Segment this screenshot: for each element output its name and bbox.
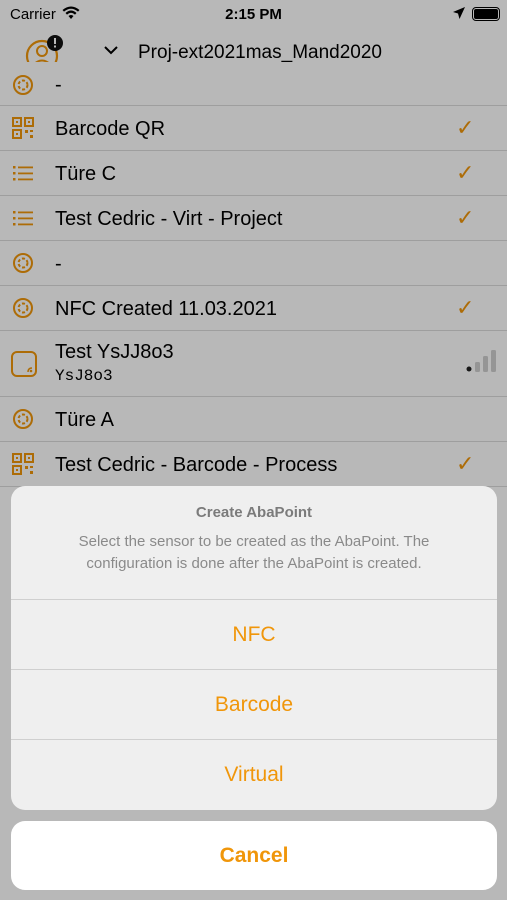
action-sheet-message: Select the sensor to be created as the A… bbox=[78, 533, 430, 572]
option-nfc-button[interactable]: NFC bbox=[11, 600, 497, 670]
cancel-button[interactable]: Cancel bbox=[11, 821, 497, 890]
action-sheet-header: Create AbaPoint Select the sensor to be … bbox=[11, 486, 497, 600]
option-virtual-button[interactable]: Virtual bbox=[11, 740, 497, 810]
action-sheet: Create AbaPoint Select the sensor to be … bbox=[11, 486, 497, 810]
option-barcode-button[interactable]: Barcode bbox=[11, 670, 497, 740]
action-sheet-title: Create AbaPoint bbox=[195, 504, 313, 521]
